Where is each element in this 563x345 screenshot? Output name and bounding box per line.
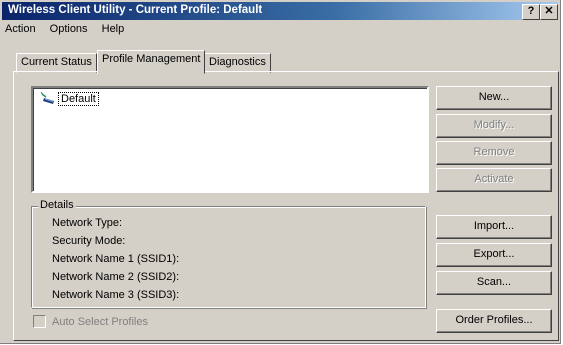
- activate-button[interactable]: Activate: [436, 168, 552, 192]
- new-button[interactable]: New...: [436, 86, 552, 110]
- security-mode-label: Security Mode:: [52, 235, 126, 247]
- network-type-label: Network Type:: [52, 217, 123, 229]
- details-legend: Details: [38, 199, 76, 211]
- export-button[interactable]: Export...: [436, 243, 552, 267]
- auto-select-profiles-checkbox[interactable]: Auto Select Profiles: [33, 315, 148, 328]
- tab-profile-management[interactable]: Profile Management: [97, 50, 206, 74]
- menu-help[interactable]: Help: [102, 23, 125, 35]
- details-group: Details Network Type: Security Mode: Net…: [31, 199, 426, 308]
- menu-bar: Action Options Help: [2, 23, 132, 41]
- help-button[interactable]: ?: [522, 4, 540, 20]
- checkbox-box[interactable]: [33, 315, 46, 328]
- menu-action[interactable]: Action: [5, 23, 36, 35]
- import-button[interactable]: Import...: [436, 215, 552, 239]
- close-button[interactable]: ✕: [540, 4, 558, 20]
- modify-button[interactable]: Modify...: [436, 114, 552, 138]
- profile-name: Default: [58, 92, 99, 106]
- ssid3-label: Network Name 3 (SSID3):: [52, 289, 180, 301]
- scan-button[interactable]: Scan...: [436, 271, 552, 295]
- ssid1-label: Network Name 1 (SSID1):: [52, 253, 180, 265]
- wireless-client-window: Wireless Client Utility - Current Profil…: [0, 0, 561, 344]
- tab-diagnostics[interactable]: Diagnostics: [204, 53, 271, 73]
- profile-list[interactable]: Default: [31, 86, 429, 193]
- ssid2-label: Network Name 2 (SSID2):: [52, 271, 180, 283]
- wireless-profile-icon: [40, 91, 56, 108]
- order-profiles-button[interactable]: Order Profiles...: [436, 309, 552, 333]
- list-item[interactable]: Default: [40, 91, 99, 108]
- tab-current-status[interactable]: Current Status: [16, 53, 97, 73]
- menu-options[interactable]: Options: [50, 23, 88, 35]
- remove-button[interactable]: Remove: [436, 141, 552, 165]
- window-title: Wireless Client Utility - Current Profil…: [8, 4, 263, 16]
- title-bar[interactable]: Wireless Client Utility - Current Profil…: [2, 2, 558, 20]
- auto-select-profiles-label: Auto Select Profiles: [52, 315, 148, 328]
